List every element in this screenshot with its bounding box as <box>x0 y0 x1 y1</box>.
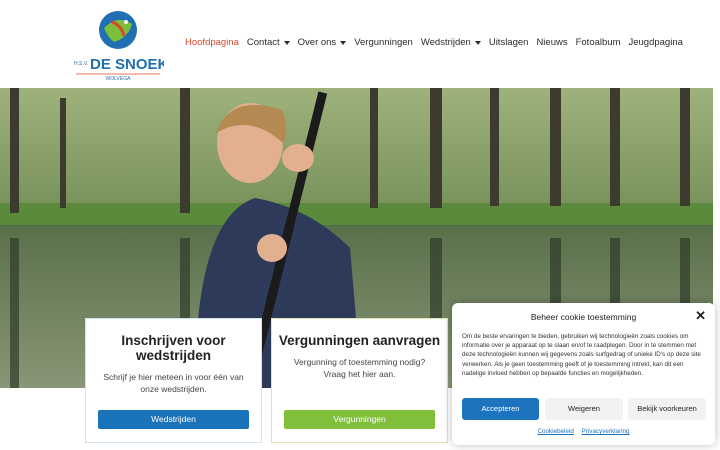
card-inschrijven: Inschrijven voor wedstrijden Schrijf je … <box>85 318 262 443</box>
preferences-button[interactable]: Bekijk voorkeuren <box>628 398 706 420</box>
chevron-down-icon <box>340 40 347 45</box>
wedstrijden-button[interactable]: Wedstrijden <box>98 410 249 429</box>
vergunningen-button[interactable]: Vergunningen <box>284 410 435 429</box>
card-title: Vergunningen aanvragen <box>278 333 441 348</box>
logo-top-text: H.S.V. <box>74 61 88 67</box>
nav-item-uitslagen[interactable]: Uitslagen <box>489 37 529 48</box>
cookie-consent-dialog: Beheer cookie toestemming ✕ Om de beste … <box>452 303 715 445</box>
nav-item-vergunningen[interactable]: Vergunningen <box>354 37 413 48</box>
cookie-body-text: Om de beste ervaringen te bieden, gebrui… <box>462 333 701 377</box>
main-nav: Hoofdpagina Contact Over ons Vergunninge… <box>185 37 691 48</box>
nav-item-nieuws[interactable]: Nieuws <box>536 37 567 48</box>
nav-item-fotoalbum[interactable]: Fotoalbum <box>576 37 621 48</box>
cookie-policy-link[interactable]: Cookiebeleid <box>537 428 573 435</box>
nav-item-jeugdpagina[interactable]: Jeugdpagina <box>628 37 682 48</box>
close-icon[interactable]: ✕ <box>695 308 706 324</box>
nav-item-wedstrijden[interactable]: Wedstrijden <box>421 37 481 48</box>
privacy-statement-link[interactable]: Privacyverklaring <box>582 428 630 435</box>
card-title: Inschrijven voor wedstrijden <box>121 333 226 363</box>
logo-name: DE SNOEK <box>90 56 164 73</box>
accept-button[interactable]: Accepteren <box>462 398 539 420</box>
card-vergunningen: Vergunningen aanvragen Vergunning of toe… <box>271 318 448 443</box>
card-text: Schrijf je hier meteen in voor één van o… <box>103 372 244 394</box>
card-text: Vergunning of toestemming nodig? Vraag h… <box>293 357 426 379</box>
deny-button[interactable]: Weigeren <box>545 398 623 420</box>
nav-item-over-ons[interactable]: Over ons <box>298 37 347 48</box>
logo-sub: WOLVEGA <box>106 76 132 82</box>
site-logo[interactable]: H.S.V. DE SNOEK WOLVEGA <box>72 8 169 82</box>
site-header: H.S.V. DE SNOEK WOLVEGA Hoofdpagina Cont… <box>0 0 720 88</box>
chevron-down-icon <box>283 40 290 45</box>
cookie-links: Cookiebeleid Privacyverklaring <box>452 428 715 435</box>
nav-item-hoofdpagina[interactable]: Hoofdpagina <box>185 37 239 48</box>
chevron-down-icon <box>474 40 481 45</box>
cookie-title: Beheer cookie toestemming <box>530 312 637 322</box>
nav-item-contact[interactable]: Contact <box>247 37 290 48</box>
